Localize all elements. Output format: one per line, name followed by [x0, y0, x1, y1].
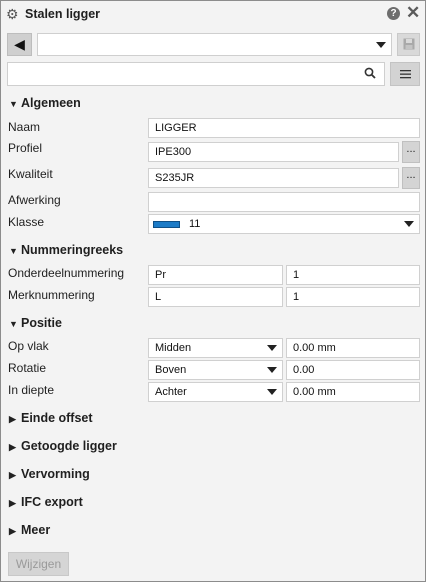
- preset-dropdown[interactable]: [37, 33, 392, 56]
- gear-icon: ⚙: [6, 6, 19, 22]
- chevron-down-icon: [267, 345, 277, 351]
- collapsed-icon: ▶: [9, 498, 16, 508]
- expanded-icon: ▼: [9, 319, 18, 329]
- naam-label: Naam: [8, 120, 41, 134]
- in-diepte-dropdown[interactable]: Achter: [148, 382, 283, 402]
- search-input[interactable]: [7, 62, 385, 86]
- section-title: Nummeringreeks: [21, 243, 124, 257]
- kwaliteit-field[interactable]: S235JR: [148, 168, 399, 188]
- kwaliteit-label: Kwaliteit: [8, 167, 53, 181]
- floppy-icon: [403, 38, 414, 50]
- kwaliteit-browse-button[interactable]: ...: [402, 167, 420, 189]
- section-title: Positie: [21, 316, 62, 330]
- collapsed-icon: ▶: [9, 526, 16, 536]
- op-vlak-dropdown[interactable]: Midden: [148, 338, 283, 358]
- section-nummeringreeks[interactable]: ▼ Nummeringreeks: [9, 243, 123, 257]
- chevron-down-icon: [404, 221, 414, 227]
- section-einde-offset[interactable]: ▶ Einde offset: [9, 411, 93, 425]
- section-title: Getoogde ligger: [21, 439, 117, 453]
- rotatie-label: Rotatie: [8, 361, 47, 375]
- section-title: Algemeen: [21, 96, 81, 110]
- klasse-value: 11: [189, 218, 201, 230]
- chevron-down-icon: [267, 367, 277, 373]
- list-icon: [399, 70, 411, 79]
- klasse-label: Klasse: [8, 215, 45, 229]
- expanded-icon: ▼: [9, 99, 18, 109]
- expanded-icon: ▼: [9, 246, 18, 256]
- panel-title: Stalen ligger: [25, 7, 101, 21]
- section-positie[interactable]: ▼ Positie: [9, 316, 62, 330]
- profiel-field[interactable]: IPE300: [148, 142, 399, 162]
- onderdeel-prefix-field[interactable]: Pr: [148, 265, 283, 285]
- close-icon[interactable]: ✕: [406, 4, 420, 21]
- save-button[interactable]: [397, 33, 420, 56]
- rotatie-option: Boven: [155, 364, 187, 376]
- section-title: Einde offset: [21, 411, 93, 425]
- in-diepte-label: In diepte: [8, 383, 55, 397]
- in-diepte-option: Achter: [155, 386, 187, 398]
- merknummering-label: Merknummering: [8, 288, 95, 302]
- section-vervorming[interactable]: ▶ Vervorming: [9, 467, 90, 481]
- op-vlak-label: Op vlak: [8, 339, 49, 353]
- rotatie-angle-field[interactable]: 0.00: [286, 360, 420, 380]
- collapsed-icon: ▶: [9, 442, 16, 452]
- onderdeel-start-field[interactable]: 1: [286, 265, 420, 285]
- section-algemeen[interactable]: ▼ Algemeen: [9, 96, 81, 110]
- section-title: Vervorming: [21, 467, 90, 481]
- section-title: Meer: [21, 523, 51, 537]
- onderdeelnummering-label: Onderdeelnummering: [8, 266, 125, 280]
- section-title: IFC export: [21, 495, 83, 509]
- klasse-dropdown[interactable]: 11: [148, 214, 420, 234]
- properties-panel: ⚙ Stalen ligger ? ✕ ◀ ▼ Algemeen Naam LIG…: [0, 0, 426, 582]
- in-diepte-offset-field[interactable]: 0.00 mm: [286, 382, 420, 402]
- chevron-down-icon: [376, 42, 386, 48]
- profiel-browse-button[interactable]: ...: [402, 141, 420, 163]
- class-color-swatch: [153, 221, 180, 228]
- profiel-label: Profiel: [8, 141, 43, 155]
- question-icon[interactable]: ?: [387, 7, 400, 20]
- modify-button[interactable]: Wijzigen: [8, 552, 69, 576]
- back-button[interactable]: ◀: [7, 33, 32, 56]
- op-vlak-option: Midden: [155, 342, 192, 354]
- op-vlak-offset-field[interactable]: 0.00 mm: [286, 338, 420, 358]
- section-getoogde-ligger[interactable]: ▶ Getoogde ligger: [9, 439, 117, 453]
- afwerking-label: Afwerking: [8, 193, 61, 207]
- merk-prefix-field[interactable]: L: [148, 287, 283, 307]
- naam-field[interactable]: LIGGER: [148, 118, 420, 138]
- menu-button[interactable]: [390, 62, 420, 86]
- section-meer[interactable]: ▶ Meer: [9, 523, 50, 537]
- collapsed-icon: ▶: [9, 470, 16, 480]
- merk-start-field[interactable]: 1: [286, 287, 420, 307]
- search-icon: [364, 67, 376, 79]
- chevron-down-icon: [267, 389, 277, 395]
- section-ifc-export[interactable]: ▶ IFC export: [9, 495, 83, 509]
- collapsed-icon: ▶: [9, 414, 16, 424]
- afwerking-field[interactable]: [148, 192, 420, 212]
- rotatie-dropdown[interactable]: Boven: [148, 360, 283, 380]
